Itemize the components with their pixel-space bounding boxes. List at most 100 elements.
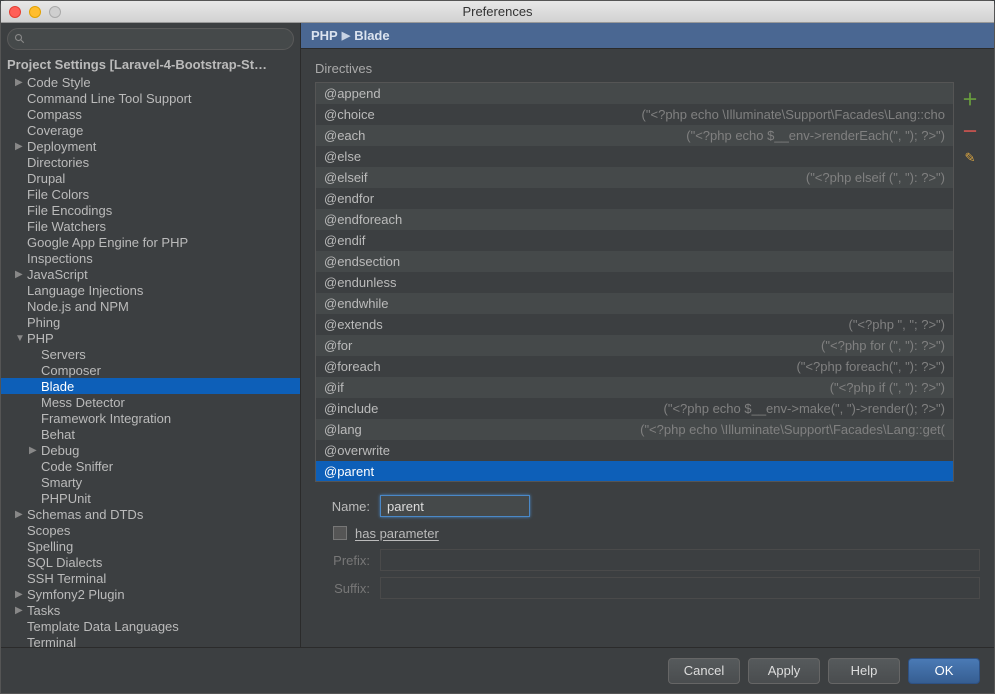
tree-item[interactable]: Language Injections bbox=[1, 282, 300, 298]
directive-row[interactable]: @for("<?php for (", "): ?>") bbox=[316, 335, 953, 356]
directive-row[interactable]: @include("<?php echo $__env->make(", ")-… bbox=[316, 398, 953, 419]
tree-item[interactable]: SSH Terminal bbox=[1, 570, 300, 586]
tree-item[interactable]: ▶Deployment bbox=[1, 138, 300, 154]
directive-row[interactable]: @elseif("<?php elseif (", "): ?>") bbox=[316, 167, 953, 188]
tree-item[interactable]: ▶Schemas and DTDs bbox=[1, 506, 300, 522]
tree-item[interactable]: Scopes bbox=[1, 522, 300, 538]
chevron-right-icon: ▶ bbox=[342, 29, 350, 42]
directive-row[interactable]: @if("<?php if (", "): ?>") bbox=[316, 377, 953, 398]
tree-item-label: PHP bbox=[25, 331, 54, 346]
edit-icon[interactable]: ✎ bbox=[965, 150, 976, 166]
disclosure-arrow-icon[interactable]: ▶ bbox=[15, 605, 25, 616]
ok-button[interactable]: OK bbox=[908, 658, 980, 684]
tree-item[interactable]: SQL Dialects bbox=[1, 554, 300, 570]
disclosure-arrow-icon[interactable]: ▶ bbox=[15, 141, 25, 152]
tree-item[interactable]: Directories bbox=[1, 154, 300, 170]
settings-tree[interactable]: ▶Code StyleCommand Line Tool SupportComp… bbox=[1, 74, 300, 647]
tree-item[interactable]: ▼PHP bbox=[1, 330, 300, 346]
tree-item-label: Drupal bbox=[25, 171, 65, 186]
search-wrap bbox=[1, 23, 300, 55]
breadcrumb-root[interactable]: PHP bbox=[311, 28, 338, 43]
tree-item[interactable]: Composer bbox=[1, 362, 300, 378]
add-icon[interactable]: ＋ bbox=[962, 86, 978, 110]
tree-item-label: Behat bbox=[39, 427, 75, 442]
tree-item[interactable]: ▶Tasks bbox=[1, 602, 300, 618]
tree-item-label: Inspections bbox=[25, 251, 93, 266]
search-input[interactable] bbox=[7, 28, 294, 50]
has-parameter-checkbox[interactable] bbox=[333, 526, 347, 540]
disclosure-arrow-icon[interactable]: ▶ bbox=[29, 445, 39, 456]
tree-item[interactable]: Command Line Tool Support bbox=[1, 90, 300, 106]
tree-item[interactable]: Terminal bbox=[1, 634, 300, 647]
remove-icon[interactable]: － bbox=[962, 118, 978, 142]
tree-item[interactable]: ▶Symfony2 Plugin bbox=[1, 586, 300, 602]
name-input[interactable] bbox=[380, 495, 530, 517]
apply-button[interactable]: Apply bbox=[748, 658, 820, 684]
tree-item-label: Phing bbox=[25, 315, 60, 330]
directive-hint: ("<?php echo \Illuminate\Support\Facades… bbox=[640, 422, 945, 437]
directive-row[interactable]: @endsection bbox=[316, 251, 953, 272]
directive-row[interactable]: @choice("<?php echo \Illuminate\Support\… bbox=[316, 104, 953, 125]
directive-name: @foreach bbox=[324, 359, 381, 374]
tree-item-label: JavaScript bbox=[25, 267, 88, 282]
tree-item[interactable]: Coverage bbox=[1, 122, 300, 138]
tree-item[interactable]: Behat bbox=[1, 426, 300, 442]
tree-item[interactable]: Spelling bbox=[1, 538, 300, 554]
tree-item[interactable]: ▶Code Style bbox=[1, 74, 300, 90]
tree-item[interactable]: Blade bbox=[1, 378, 300, 394]
tree-item[interactable]: File Watchers bbox=[1, 218, 300, 234]
tree-item[interactable]: Compass bbox=[1, 106, 300, 122]
directive-name: @each bbox=[324, 128, 365, 143]
has-parameter-label[interactable]: has parameter bbox=[355, 526, 439, 541]
tree-item[interactable]: Servers bbox=[1, 346, 300, 362]
directives-list[interactable]: @append@choice("<?php echo \Illuminate\S… bbox=[315, 82, 954, 482]
directive-row[interactable]: @foreach ("<?php foreach(", "): ?>") bbox=[316, 356, 953, 377]
tree-item[interactable]: Framework Integration bbox=[1, 410, 300, 426]
directive-row[interactable]: @endfor bbox=[316, 188, 953, 209]
directive-row[interactable]: @endwhile bbox=[316, 293, 953, 314]
directive-name: @endfor bbox=[324, 191, 374, 206]
tree-item[interactable]: Smarty bbox=[1, 474, 300, 490]
directive-row[interactable]: @endunless bbox=[316, 272, 953, 293]
tree-item-label: Compass bbox=[25, 107, 82, 122]
tree-item[interactable]: Node.js and NPM bbox=[1, 298, 300, 314]
directive-row[interactable]: @else bbox=[316, 146, 953, 167]
directive-row[interactable]: @parent bbox=[316, 461, 953, 482]
list-toolbar: ＋ － ✎ bbox=[960, 82, 980, 482]
directive-row[interactable]: @overwrite bbox=[316, 440, 953, 461]
tree-item[interactable]: Drupal bbox=[1, 170, 300, 186]
tree-item[interactable]: Mess Detector bbox=[1, 394, 300, 410]
tree-item[interactable]: Phing bbox=[1, 314, 300, 330]
tree-item[interactable]: Inspections bbox=[1, 250, 300, 266]
name-label: Name: bbox=[315, 499, 370, 514]
tree-item[interactable]: Template Data Languages bbox=[1, 618, 300, 634]
suffix-input bbox=[380, 577, 980, 599]
tree-item[interactable]: Google App Engine for PHP bbox=[1, 234, 300, 250]
directive-row[interactable]: @each("<?php echo $__env->renderEach(", … bbox=[316, 125, 953, 146]
tree-item[interactable]: PHPUnit bbox=[1, 490, 300, 506]
disclosure-arrow-icon[interactable]: ▶ bbox=[15, 589, 25, 600]
directive-name: @endsection bbox=[324, 254, 400, 269]
directive-row[interactable]: @endforeach bbox=[316, 209, 953, 230]
tree-item[interactable]: ▶JavaScript bbox=[1, 266, 300, 282]
tree-item-label: Code Style bbox=[25, 75, 91, 90]
cancel-button[interactable]: Cancel bbox=[668, 658, 740, 684]
tree-item[interactable]: Code Sniffer bbox=[1, 458, 300, 474]
directive-row[interactable]: @extends("<?php ", "; ?>") bbox=[316, 314, 953, 335]
window-title: Preferences bbox=[1, 4, 994, 19]
directive-hint: ("<?php foreach(", "): ?>") bbox=[796, 359, 945, 374]
tree-item[interactable]: File Colors bbox=[1, 186, 300, 202]
directive-hint: ("<?php for (", "): ?>") bbox=[821, 338, 945, 353]
disclosure-arrow-icon[interactable]: ▶ bbox=[15, 509, 25, 520]
directive-name: @include bbox=[324, 401, 378, 416]
help-button[interactable]: Help bbox=[828, 658, 900, 684]
tree-item-label: File Watchers bbox=[25, 219, 106, 234]
directive-row[interactable]: @append bbox=[316, 83, 953, 104]
disclosure-arrow-icon[interactable]: ▶ bbox=[15, 269, 25, 280]
directive-row[interactable]: @lang("<?php echo \Illuminate\Support\Fa… bbox=[316, 419, 953, 440]
tree-item[interactable]: File Encodings bbox=[1, 202, 300, 218]
disclosure-arrow-icon[interactable]: ▶ bbox=[15, 77, 25, 88]
directive-row[interactable]: @endif bbox=[316, 230, 953, 251]
tree-item[interactable]: ▶Debug bbox=[1, 442, 300, 458]
disclosure-arrow-icon[interactable]: ▼ bbox=[15, 333, 25, 344]
